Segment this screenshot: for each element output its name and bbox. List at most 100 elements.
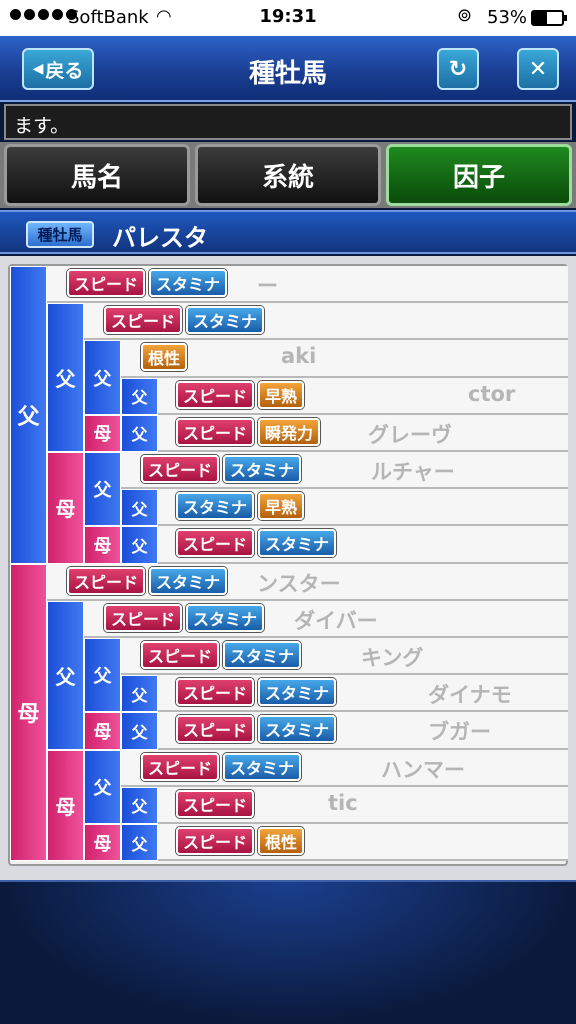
factor-badge: 根性 <box>258 827 305 855</box>
pedigree-row[interactable]: ルチャー スピード スタミナ <box>121 452 568 490</box>
factor-badge: スタミナ <box>223 455 302 483</box>
close-button[interactable]: ✕ <box>517 48 559 90</box>
sire-label: 父 <box>121 675 158 713</box>
rotation-lock-icon: ⊚ <box>457 5 473 26</box>
factor-list: スピード スタミナ <box>141 455 302 483</box>
ancestor-name: ctor <box>468 381 516 406</box>
sire-label: 父 <box>121 712 158 750</box>
tab-lineage[interactable]: 系統 <box>195 144 381 206</box>
refresh-icon: ↻ <box>448 56 468 82</box>
sire-label: 父 <box>47 303 84 452</box>
factor-badge: スタミナ <box>149 566 228 595</box>
dam-label: 母 <box>84 824 121 862</box>
factor-badge: スピード <box>104 603 183 632</box>
pedigree-row[interactable]: ctor スピード 早熟 <box>158 377 568 415</box>
factor-badge: スタミナ <box>149 269 228 297</box>
factor-list: スピード スタミナ <box>67 566 228 595</box>
factor-list: スピード 早熟 <box>176 380 305 409</box>
factor-list: スピード スタミナ <box>104 603 265 632</box>
factor-badge: スピード <box>176 827 255 855</box>
pedigree-row[interactable]: グレーヴ スピード 瞬発力 <box>158 414 568 452</box>
pedigree-row[interactable]: スピード 根性 <box>158 824 568 862</box>
factor-list: スピード スタミナ <box>104 306 265 335</box>
dam-label: 母 <box>47 749 84 862</box>
factor-badge: スタミナ <box>258 715 337 744</box>
factor-badge: スピード <box>104 306 183 335</box>
tab-factors[interactable]: 因子 <box>386 144 572 206</box>
close-icon: ✕ <box>528 56 548 82</box>
sire-label: 父 <box>84 452 121 527</box>
factor-badge: スピード <box>176 678 255 707</box>
ancestor-name: キング <box>361 646 424 670</box>
factor-badge: スタミナ <box>223 641 302 669</box>
tab-bar: 馬名 系統 因子 <box>0 142 576 208</box>
pedigree-row[interactable]: aki 根性 <box>121 340 568 378</box>
factor-list: スタミナ 早熟 <box>176 492 305 521</box>
dam-label: 母 <box>47 452 84 564</box>
factor-badge: スピード <box>141 455 220 483</box>
pedigree-row[interactable]: スタミナ 早熟 <box>158 489 568 527</box>
factor-badge: スピード <box>176 380 255 409</box>
ancestor-name: ンスター <box>257 571 341 596</box>
pedigree-row[interactable]: ンスター スピード スタミナ <box>47 563 568 601</box>
page-title: 種牡馬 <box>248 59 327 89</box>
sire-label: 父 <box>47 600 84 750</box>
pedigree-panel: ースピード スタミナ スピード スタミナ aki 根性 ctor スピード 早熟 グレーヴ スピード… <box>0 256 576 880</box>
battery-percent: 53% <box>487 7 528 28</box>
factor-list: スピード スタミナ <box>141 752 302 781</box>
factor-list: スピード 根性 <box>176 827 305 855</box>
factor-list: スピード スタミナ <box>176 715 337 744</box>
factor-badge: スピード <box>176 417 255 446</box>
sire-label: 父 <box>121 414 158 452</box>
factor-badge: 早熟 <box>258 380 305 409</box>
factor-list: 根性 <box>141 343 188 372</box>
pedigree-row[interactable]: キング スピード スタミナ <box>121 638 568 676</box>
sire-label: 父 <box>84 638 121 713</box>
factor-badge: スピード <box>176 715 255 744</box>
pedigree-row[interactable]: ダイナモ スピード スタミナ <box>158 675 568 713</box>
factor-list: スピード スタミナ <box>176 678 337 707</box>
ancestor-name: ー <box>257 274 278 298</box>
factor-badge: スタミナ <box>258 529 337 558</box>
sire-label: 父 <box>121 489 158 527</box>
horse-name-bar: 種牡馬 パレスタ <box>0 210 576 254</box>
sire-label: 父 <box>84 749 121 824</box>
dam-label: 母 <box>84 526 121 564</box>
factor-badge: 早熟 <box>258 492 305 521</box>
factor-badge: スピード <box>67 566 146 595</box>
pedigree-row[interactable]: tic スピード <box>158 786 568 824</box>
factor-badge: スタミナ <box>186 603 265 632</box>
dam-label: 母 <box>84 414 121 452</box>
bottom-background <box>0 880 576 1024</box>
dam-label: 母 <box>84 712 121 750</box>
factor-list: スピード 瞬発力 <box>176 417 321 446</box>
status-bar: SoftBank ◠ 19:31 ⊚ 53% <box>0 0 576 36</box>
pedigree-row[interactable]: スピード スタミナ <box>84 303 568 341</box>
pedigree-row[interactable]: ー スピード スタミナ <box>47 266 568 304</box>
factor-badge: 瞬発力 <box>258 417 321 446</box>
ancestor-name: tic <box>328 790 358 815</box>
ancestor-name: ブガー <box>428 720 491 745</box>
factor-badge: スタミナ <box>186 306 265 335</box>
tab-horse-name[interactable]: 馬名 <box>4 144 190 206</box>
pedigree-row[interactable]: ブガー スピード スタミナ <box>158 712 568 750</box>
pedigree-row[interactable]: ダイバー スピード スタミナ <box>84 600 568 638</box>
pedigree-row[interactable]: ハンマー スピード スタミナ <box>121 749 568 787</box>
stallion-badge: 種牡馬 <box>26 221 94 248</box>
factor-badge: スピード <box>67 269 146 297</box>
factor-badge: スピード <box>141 752 220 781</box>
factor-list: スピード スタミナ <box>176 529 337 558</box>
ancestor-name: ハンマー <box>381 757 465 782</box>
refresh-button[interactable]: ↻ <box>437 48 479 90</box>
ancestor-name: グレーヴ <box>368 422 452 447</box>
factor-list: スピード スタミナ <box>141 641 302 669</box>
sire-label: 父 <box>121 824 158 862</box>
sire-label: 父 <box>10 266 47 564</box>
sire-label: 父 <box>121 377 158 415</box>
header-bar: ◀ 戻る 種牡馬 ↻ ✕ <box>0 36 576 102</box>
pedigree-row[interactable]: スピード スタミナ <box>158 526 568 564</box>
ancestor-name: ダイナモ <box>428 683 512 708</box>
ancestor-name: aki <box>281 344 317 369</box>
factor-badge: スタミナ <box>176 492 255 521</box>
pedigree-tree: ースピード スタミナ スピード スタミナ aki 根性 ctor スピード 早熟 グレーヴ スピード… <box>8 264 568 866</box>
